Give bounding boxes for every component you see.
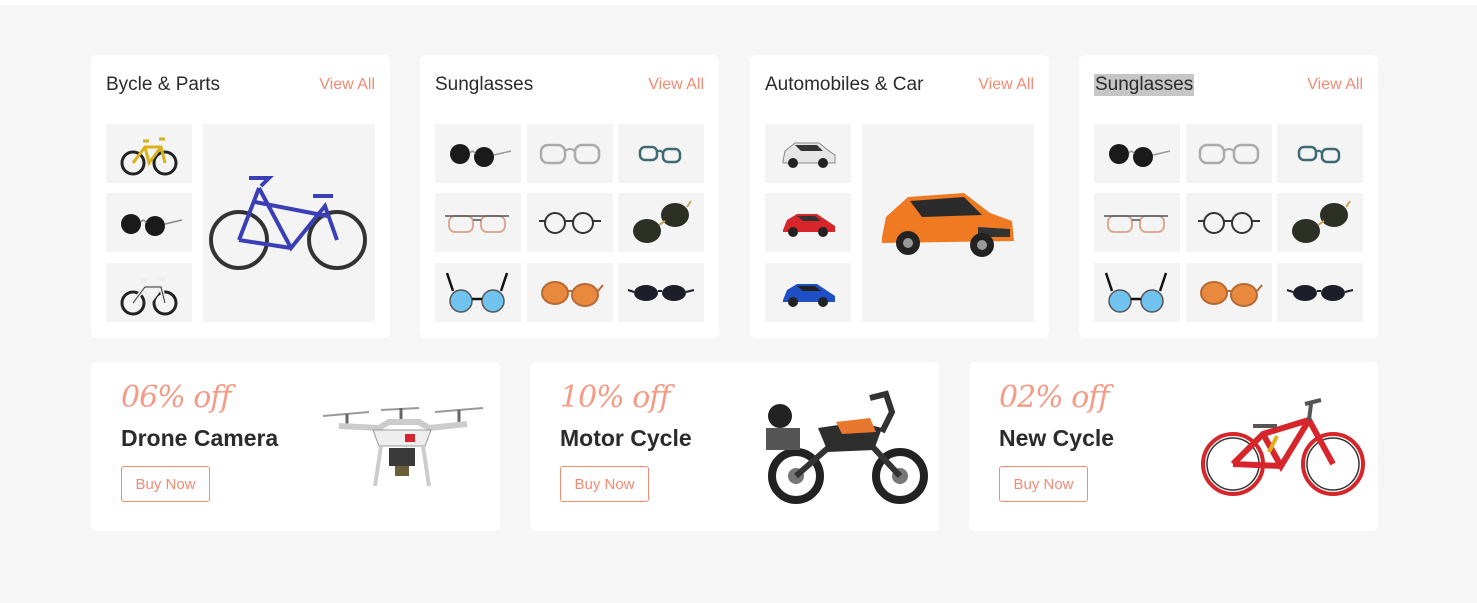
view-all-link[interactable]: View All: [648, 76, 704, 94]
promo-discount: 10% off: [560, 380, 670, 415]
orange-car-icon: [882, 193, 1014, 257]
product-tile[interactable]: [1186, 263, 1272, 322]
clear-glasses-icon: [539, 143, 601, 164]
black-round-glasses-icon: [1198, 211, 1260, 234]
black-oval-sunglasses-icon: [627, 284, 695, 301]
motorcycle-icon: [766, 390, 928, 504]
round-sunglasses-icon: [1109, 143, 1171, 167]
red-car-icon: [783, 213, 835, 237]
gold-glasses-icon: [445, 214, 509, 233]
city-bike-icon: [209, 176, 367, 270]
product-tile[interactable]: [1094, 193, 1180, 252]
card-header: Bycle & Parts View All: [106, 73, 375, 97]
promo-discount: 06% off: [121, 380, 231, 415]
buy-now-button[interactable]: Buy Now: [121, 466, 210, 502]
product-tile[interactable]: [106, 193, 192, 252]
product-tile[interactable]: [106, 124, 192, 183]
product-tile[interactable]: [527, 263, 613, 322]
category-card-sunglasses: Sunglasses View All: [420, 55, 719, 338]
teal-glasses-icon: [1297, 145, 1341, 163]
dark-sunglasses-icon: [633, 199, 692, 243]
product-tile[interactable]: [435, 263, 521, 322]
featured-product-tile[interactable]: [862, 124, 1034, 322]
dark-sunglasses-icon: [1292, 199, 1351, 243]
orange-sunglasses-icon: [1200, 280, 1263, 307]
blue-sunglasses-icon: [1104, 272, 1168, 313]
promo-title: Drone Camera: [121, 425, 279, 451]
sunglasses-icon: [121, 213, 183, 236]
black-oval-sunglasses-icon: [1286, 284, 1354, 301]
card-header: Sunglasses View All: [435, 73, 704, 97]
category-card-automobiles: Automobiles & Car View All: [750, 55, 1049, 338]
product-tile[interactable]: [1277, 263, 1363, 322]
card-header: Sunglasses View All: [1094, 73, 1363, 97]
card-header: Automobiles & Car View All: [765, 73, 1034, 97]
orange-sunglasses-icon: [541, 280, 604, 307]
top-strip: [0, 0, 1477, 5]
teal-glasses-icon: [638, 145, 682, 163]
product-tile[interactable]: [527, 124, 613, 183]
white-suv-icon: [782, 142, 836, 168]
product-tile[interactable]: [1186, 193, 1272, 252]
category-card-sunglasses-2: Sunglasses View All: [1079, 55, 1378, 338]
blue-sunglasses-icon: [445, 272, 509, 313]
promo-discount: 02% off: [999, 380, 1109, 415]
promo-card-motorcycle: 10% off Motor Cycle Buy Now: [530, 362, 939, 531]
bicycle-icon: [1201, 398, 1365, 496]
view-all-link[interactable]: View All: [319, 76, 375, 94]
product-tile[interactable]: [1094, 124, 1180, 183]
product-tile[interactable]: [1277, 193, 1363, 252]
product-tile[interactable]: [765, 193, 851, 252]
product-tile[interactable]: [765, 124, 851, 183]
promo-card-new-cycle: 02% off New Cycle Buy Now: [969, 362, 1378, 531]
view-all-link[interactable]: View All: [978, 76, 1034, 94]
product-tile[interactable]: [618, 193, 704, 252]
product-tile[interactable]: [618, 263, 704, 322]
view-all-link[interactable]: View All: [1307, 76, 1363, 94]
round-sunglasses-icon: [450, 143, 512, 167]
card-title: Sunglasses: [435, 74, 534, 95]
promo-card-drone: 06% off Drone Camera Buy Now: [91, 362, 500, 531]
buy-now-button[interactable]: Buy Now: [999, 466, 1088, 502]
product-tile[interactable]: [618, 124, 704, 183]
featured-product-tile[interactable]: [203, 124, 375, 322]
gold-glasses-icon: [1104, 214, 1168, 233]
blue-car-icon: [783, 283, 835, 307]
mountain-bike-icon: [120, 137, 178, 175]
product-tile[interactable]: [527, 193, 613, 252]
black-round-glasses-icon: [539, 211, 601, 234]
product-tile[interactable]: [765, 263, 851, 322]
product-tile[interactable]: [435, 124, 521, 183]
product-tile[interactable]: [106, 263, 192, 322]
promo-title: New Cycle: [999, 425, 1115, 451]
category-card-bicycle: Bycle & Parts View All: [91, 55, 390, 338]
product-tile[interactable]: [1277, 124, 1363, 183]
clear-glasses-icon: [1198, 143, 1260, 164]
drone-icon: [322, 407, 484, 487]
product-tile[interactable]: [435, 193, 521, 252]
card-title: Automobiles & Car: [765, 74, 924, 95]
card-title: Sunglasses: [1094, 74, 1195, 96]
mountain-bike-icon: [120, 276, 178, 315]
promo-title: Motor Cycle: [560, 425, 692, 451]
buy-now-button[interactable]: Buy Now: [560, 466, 649, 502]
product-tile[interactable]: [1186, 124, 1272, 183]
product-tile[interactable]: [1094, 263, 1180, 322]
card-title: Bycle & Parts: [106, 74, 221, 95]
